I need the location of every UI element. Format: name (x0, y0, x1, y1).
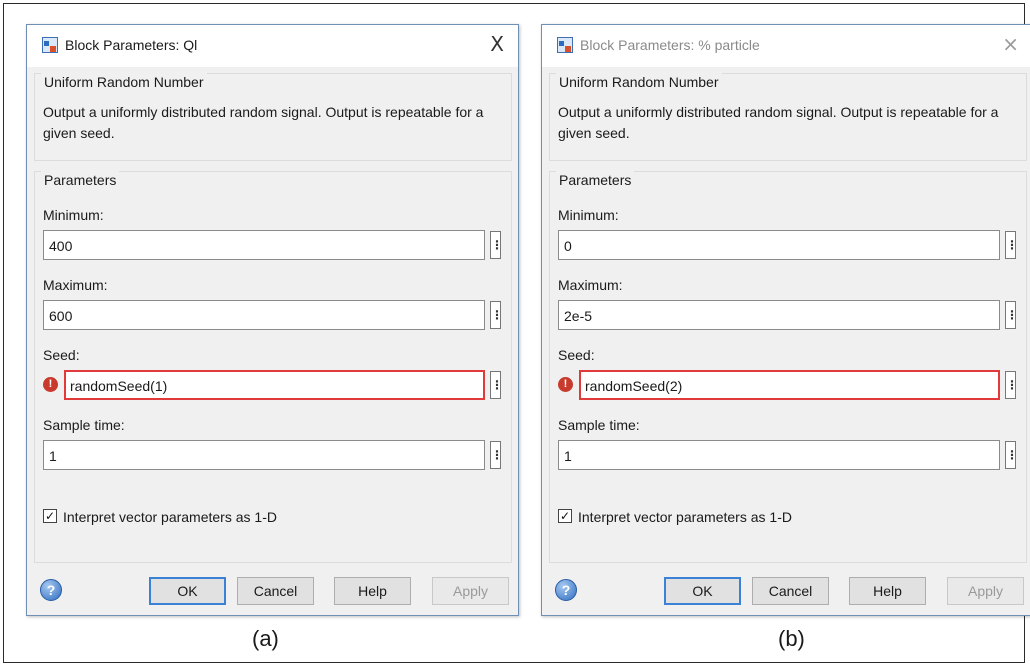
maximum-field[interactable]: 2e-5 (558, 300, 1000, 330)
maximum-field[interactable]: 600 (43, 300, 485, 330)
block-parameters-dialog-ql: Block Parameters: Ql X Uniform Random Nu… (26, 24, 519, 616)
ok-button[interactable]: OK (149, 577, 226, 605)
block-name-legend: Uniform Random Number (556, 73, 722, 91)
sample-time-field[interactable]: 1 (43, 440, 485, 470)
minimum-field[interactable]: 400 (43, 230, 485, 260)
title-bar[interactable]: Block Parameters: % particle × (542, 25, 1030, 67)
sample-time-field[interactable]: 1 (558, 440, 1000, 470)
maximum-more-options-icon[interactable]: ⋮ (1005, 301, 1018, 329)
interpret-vector-label[interactable]: Interpret vector parameters as 1-D (63, 508, 277, 526)
seed-field[interactable]: randomSeed(2) (579, 370, 1000, 400)
apply-button[interactable]: Apply (432, 577, 509, 605)
error-icon: ! (43, 377, 58, 392)
caption-b: (b) (778, 626, 805, 651)
error-icon: ! (558, 377, 573, 392)
sample-time-label: Sample time: (43, 417, 125, 433)
help-question-icon[interactable]: ? (555, 579, 577, 601)
window-title: Block Parameters: % particle (580, 37, 760, 53)
simulink-block-icon (42, 37, 58, 53)
seed-label: Seed: (43, 347, 80, 363)
maximum-label: Maximum: (43, 277, 108, 293)
ok-button[interactable]: OK (664, 577, 741, 605)
minimum-field[interactable]: 0 (558, 230, 1000, 260)
block-parameters-dialog-particle: Block Parameters: % particle × Uniform R… (541, 24, 1030, 616)
cancel-button[interactable]: Cancel (237, 577, 314, 605)
parameters-group: Parameters Minimum: 400 ⋮ Maximum: 600 ⋮… (34, 171, 512, 563)
close-icon[interactable]: × (1002, 32, 1019, 56)
block-name-legend: Uniform Random Number (41, 73, 207, 91)
minimum-more-options-icon[interactable]: ⋮ (1005, 231, 1018, 259)
parameters-legend: Parameters (41, 171, 120, 189)
block-description-group: Uniform Random Number Output a uniformly… (34, 73, 512, 161)
maximum-more-options-icon[interactable]: ⋮ (490, 301, 503, 329)
minimum-label: Minimum: (43, 207, 104, 223)
help-button[interactable]: Help (334, 577, 411, 605)
apply-button[interactable]: Apply (947, 577, 1024, 605)
figure-frame: Block Parameters: Ql X Uniform Random Nu… (3, 3, 1030, 663)
window-title: Block Parameters: Ql (65, 37, 198, 53)
parameters-group: Parameters Minimum: 0 ⋮ Maximum: 2e-5 ⋮ … (549, 171, 1027, 563)
close-icon[interactable]: X (490, 32, 504, 56)
seed-more-options-icon[interactable]: ⋮ (1005, 371, 1018, 399)
seed-field[interactable]: randomSeed(1) (64, 370, 485, 400)
simulink-block-icon (557, 37, 573, 53)
help-button[interactable]: Help (849, 577, 926, 605)
seed-label: Seed: (558, 347, 595, 363)
cancel-button[interactable]: Cancel (752, 577, 829, 605)
sample-time-more-options-icon[interactable]: ⋮ (490, 441, 503, 469)
interpret-vector-label[interactable]: Interpret vector parameters as 1-D (578, 508, 792, 526)
sample-time-more-options-icon[interactable]: ⋮ (1005, 441, 1018, 469)
interpret-vector-checkbox[interactable]: ✓ (43, 509, 57, 523)
title-bar[interactable]: Block Parameters: Ql X (27, 25, 518, 67)
block-description: Output a uniformly distributed random si… (558, 104, 999, 141)
seed-more-options-icon[interactable]: ⋮ (490, 371, 503, 399)
block-description: Output a uniformly distributed random si… (43, 104, 484, 141)
minimum-more-options-icon[interactable]: ⋮ (490, 231, 503, 259)
parameters-legend: Parameters (556, 171, 635, 189)
minimum-label: Minimum: (558, 207, 619, 223)
block-description-group: Uniform Random Number Output a uniformly… (549, 73, 1027, 161)
sample-time-label: Sample time: (558, 417, 640, 433)
interpret-vector-checkbox[interactable]: ✓ (558, 509, 572, 523)
caption-a: (a) (252, 626, 279, 651)
maximum-label: Maximum: (558, 277, 623, 293)
help-question-icon[interactable]: ? (40, 579, 62, 601)
